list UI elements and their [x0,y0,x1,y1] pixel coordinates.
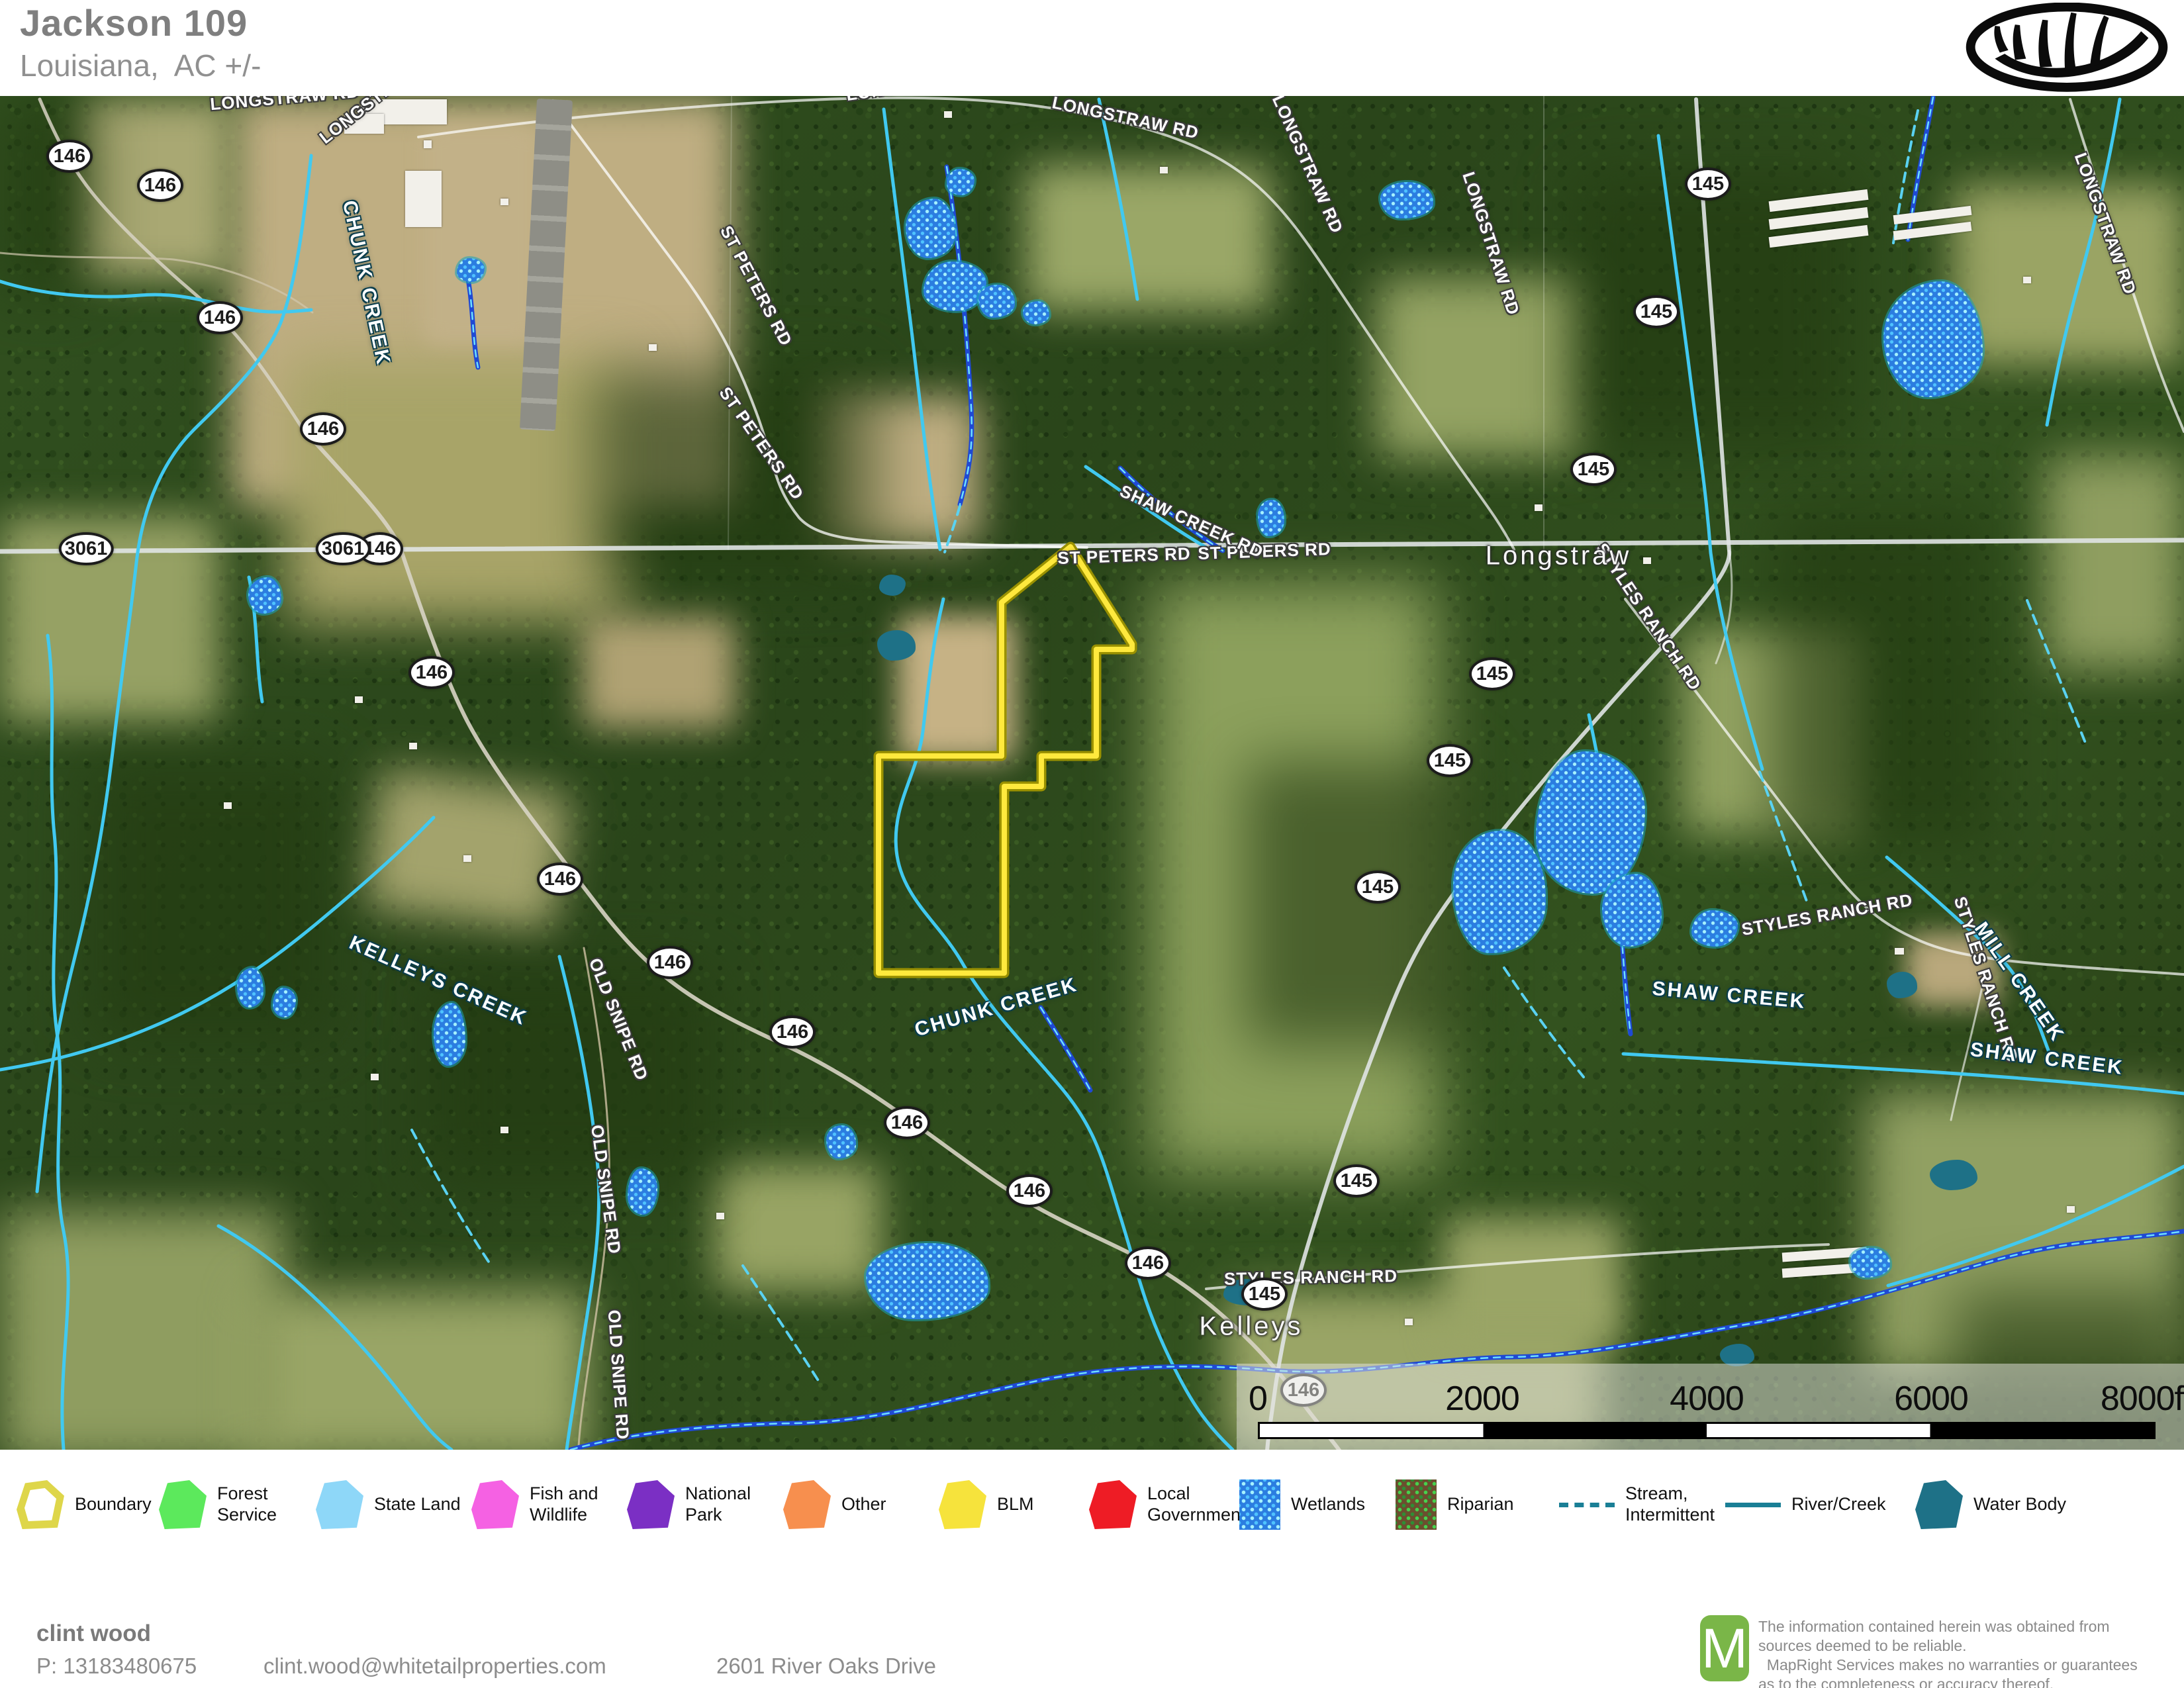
agent-name: clint wood [36,1620,151,1647]
legend-item-wetlands: Wetlands [1239,1475,1365,1534]
legend-item-river: River/Creek [1725,1475,1886,1534]
whitetail-antler-logo-icon [1958,3,2176,94]
highway-shield: 146 [647,946,693,979]
boundary-layer [0,96,2184,1450]
boundary-swatch-icon [17,1480,64,1529]
satellite-map: LONGSTRAW RDLONGSTRAW RDLONGSTRAW RDLONG… [0,96,2184,1450]
highway-shield: 146 [769,1015,816,1049]
legend-label: Local Government [1147,1483,1246,1526]
scale-label: 8000ft [2101,1379,2184,1419]
parcel-swatch-icon [783,1480,831,1529]
legend-item-national: National Park [627,1475,751,1534]
highway-shield: 145 [1241,1278,1288,1311]
scale-label: 0 [1249,1379,1267,1419]
legend-label: National Park [685,1483,751,1526]
agent-phone: P: 13183480675 [36,1654,197,1679]
legend-label: Forest Service [217,1483,277,1526]
highway-shield: 146 [46,140,93,173]
legend-label: Water Body [1973,1494,2066,1515]
legend-item-other: Other [783,1475,886,1534]
river-creek-icon [1725,1503,1781,1507]
highway-shield: 146 [884,1106,930,1139]
map-legend: Boundary Forest Service State Land Fish and… [0,1450,2184,1615]
agent-email: clint.wood@whitetailproperties.com [263,1654,606,1679]
highway-shield: 145 [1685,167,1731,201]
legend-label: Fish and Wildlife [530,1483,598,1526]
legend-item-state: State Land [316,1475,461,1534]
legend-label: Other [841,1494,886,1515]
highway-shield: 3061 [316,532,371,565]
highway-shield: 146 [1006,1174,1053,1207]
page-title: Jackson 109 [20,1,248,44]
legend-label: BLM [997,1494,1034,1515]
highway-shield: 145 [1427,744,1473,777]
parcel-swatch-icon [159,1480,207,1529]
boundary-swatch-inner [24,1488,56,1521]
legend-label: Boundary [75,1494,152,1515]
parcel-swatch-icon [316,1480,363,1529]
legend-label: Stream, Intermittent [1625,1483,1715,1526]
agent-address: 2601 River Oaks Drive [716,1654,936,1679]
riparian-swatch-icon [1396,1479,1437,1530]
legend-item-boundary: Boundary [17,1475,152,1534]
intermittent-stream-icon [1559,1503,1615,1507]
highway-shield: 146 [408,656,455,689]
highway-shield: 146 [197,301,243,334]
highway-shield: 146 [300,412,346,445]
scalebar [1258,1422,2156,1439]
parcel-swatch-icon [939,1480,986,1529]
legend-item-water: Water Body [1915,1475,2066,1534]
scale-label: 4000 [1670,1379,1744,1419]
legend-label: State Land [374,1494,461,1515]
legend-label: Wetlands [1291,1494,1365,1515]
legend-item-blm: BLM [939,1475,1034,1534]
highway-shield: 146 [137,169,183,202]
highway-shield: 3061 [59,532,114,565]
town-label: Kelleys [1200,1312,1304,1342]
water-body-swatch-icon [1915,1480,1963,1529]
legend-item-fish: Fish and Wildlife [471,1475,598,1534]
map-report-page: Jackson 109 Louisiana, AC +/- LONGSTRAW … [0,0,2184,1688]
highway-shield: 145 [1354,870,1401,904]
highway-shield: 145 [1469,657,1515,690]
highway-shield: 146 [1125,1246,1171,1280]
legend-label: River/Creek [1791,1494,1886,1515]
parcel-swatch-icon [627,1480,675,1529]
parcel-swatch-icon [471,1480,519,1529]
highway-shield: 145 [1633,295,1680,328]
scale-label: 2000 [1445,1379,1519,1419]
legend-item-stream: Stream, Intermittent [1559,1475,1715,1534]
highway-shield: 145 [1333,1164,1380,1197]
page-subtitle: Louisiana, AC +/- [20,48,261,83]
scale-label: 6000 [1894,1379,1968,1419]
legend-item-riparian: Riparian [1396,1475,1514,1534]
legend-item-forest: Forest Service [159,1475,277,1534]
mapright-logo: M [1700,1615,1749,1681]
wetlands-swatch-icon [1239,1479,1280,1530]
legend-label: Riparian [1447,1494,1514,1515]
parcel-swatch-icon [1089,1480,1137,1529]
disclaimer-text: The information contained herein was obt… [1758,1617,2182,1688]
highway-shield: 146 [537,863,583,896]
legend-item-local: Local Government [1089,1475,1246,1534]
town-label: Longstraw [1486,541,1632,571]
highway-shield: 145 [1570,453,1617,486]
